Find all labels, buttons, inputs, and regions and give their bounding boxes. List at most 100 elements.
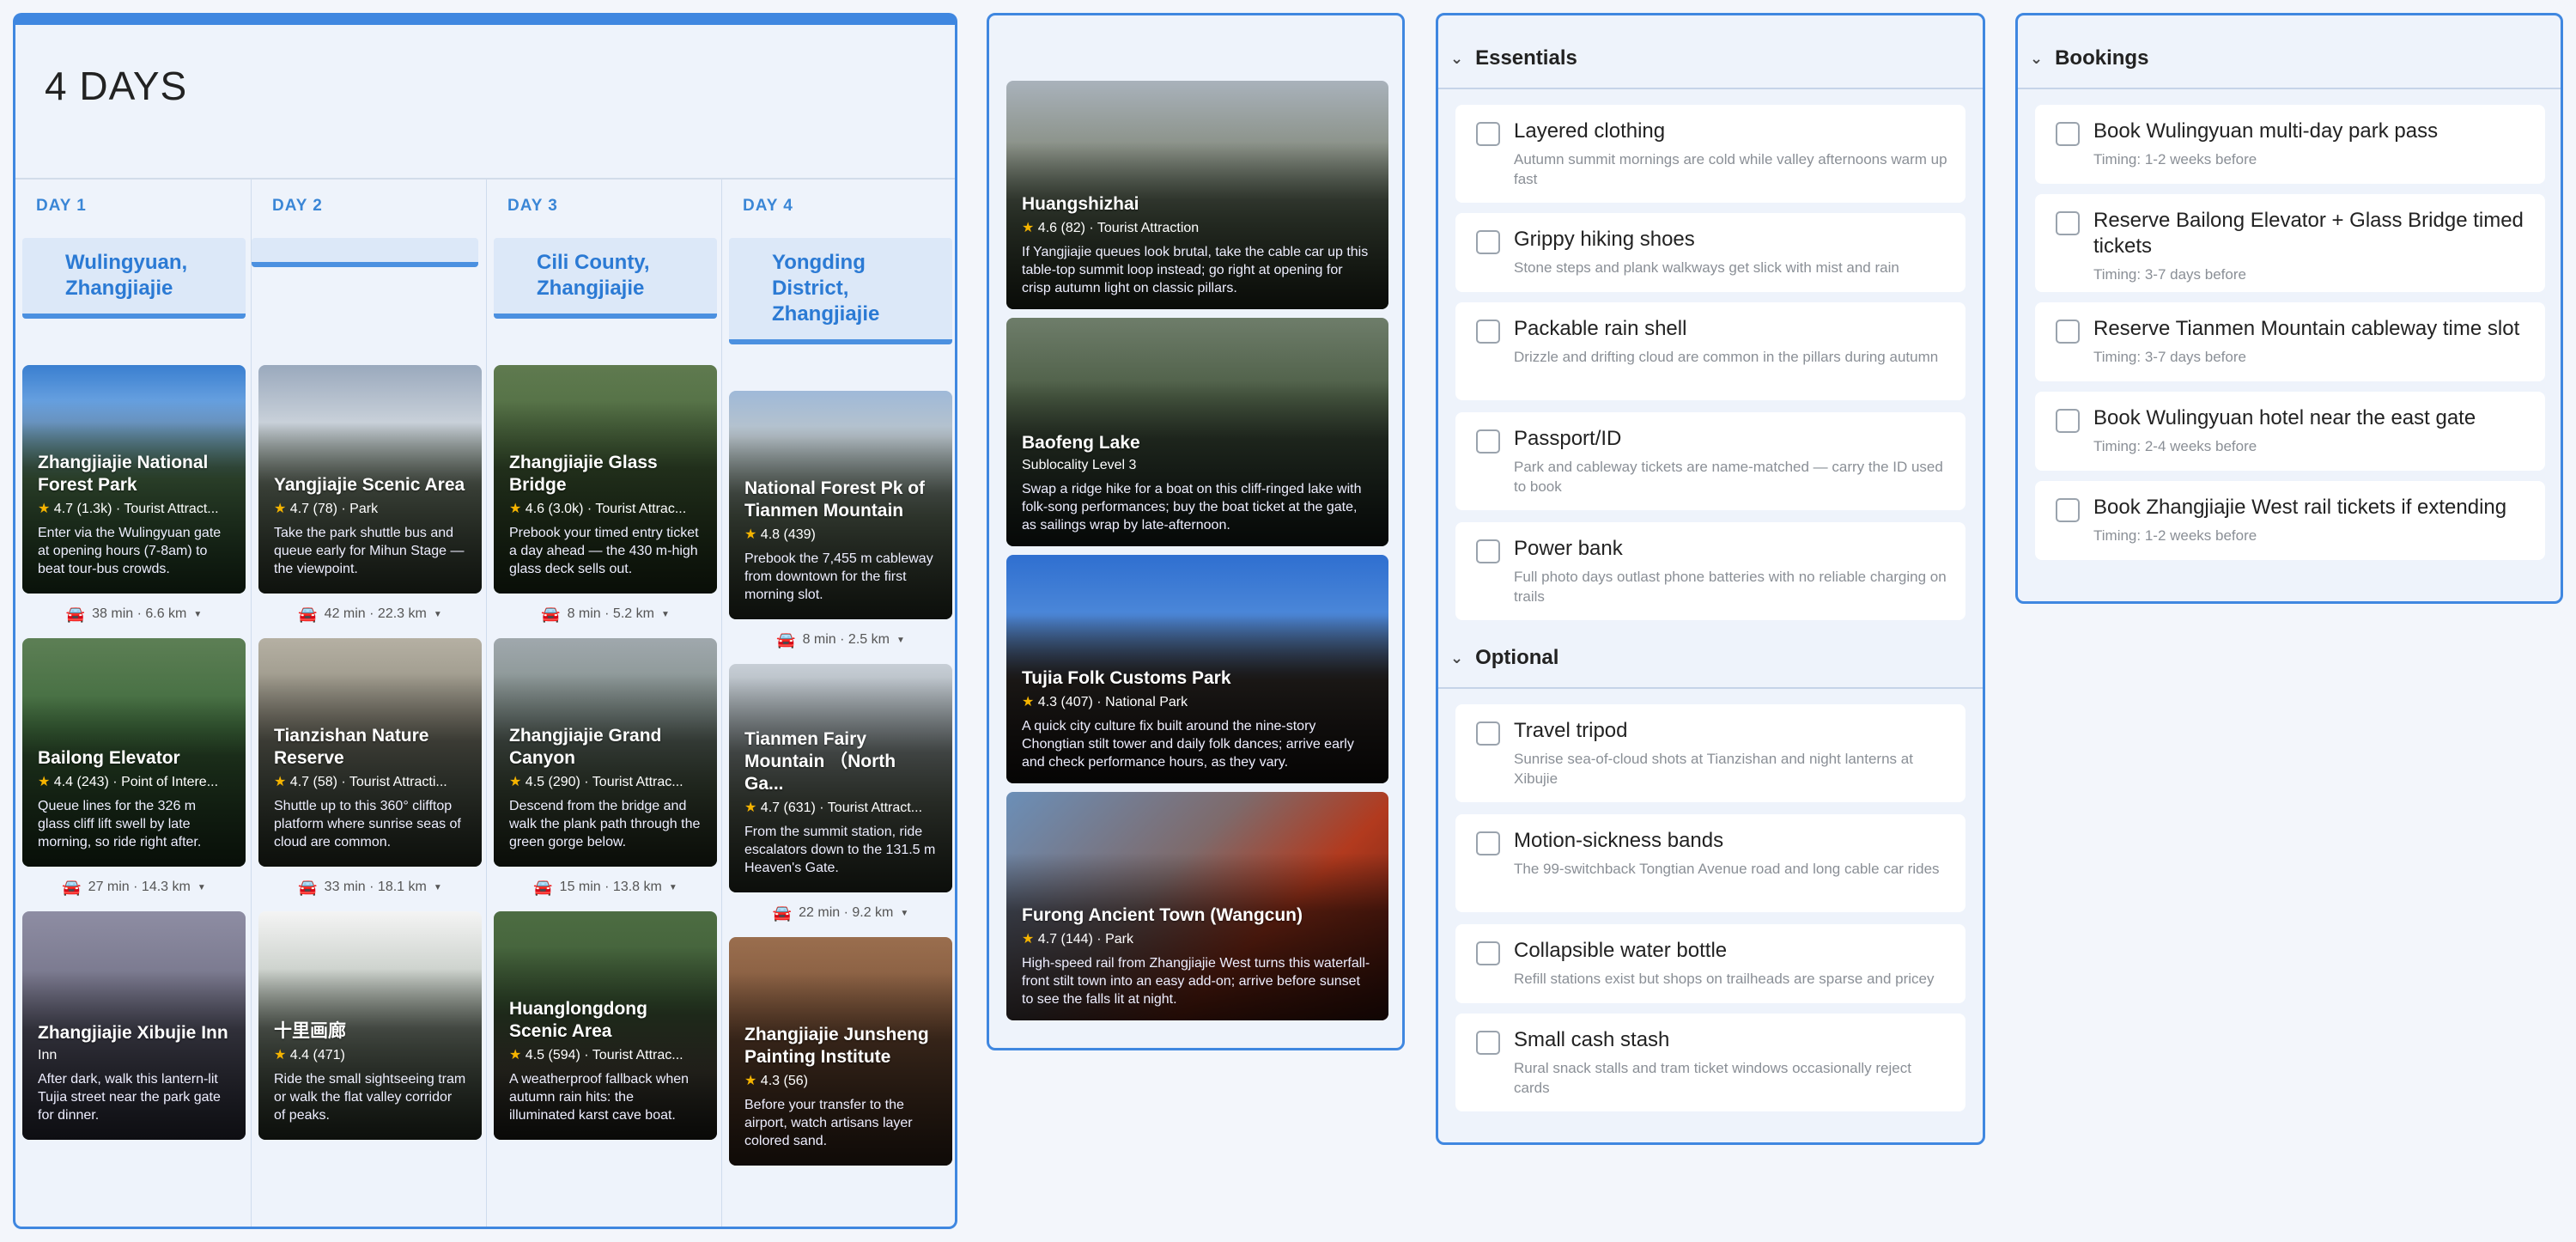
travel-segment[interactable]: 🚘 8 min · 2.5 km ▼ — [729, 624, 952, 655]
checkbox[interactable] — [2056, 409, 2080, 433]
checkbox[interactable] — [1476, 230, 1500, 254]
place-card[interactable]: Zhangjiajie National Forest Park ★ 4.7 (… — [22, 365, 246, 594]
checkbox[interactable] — [1476, 721, 1500, 746]
checklist-item[interactable]: Motion-sickness bands The 99-switchback … — [1455, 814, 1965, 912]
item-title: Passport/ID — [1514, 427, 1622, 450]
place-card[interactable]: Zhangjiajie Junsheng Painting Institute … — [729, 937, 952, 1166]
divider — [1438, 88, 1983, 89]
place-description: A weatherproof fallback when autumn rain… — [509, 1072, 690, 1123]
day-label: DAY 1 — [36, 197, 87, 215]
booking-item[interactable]: Book Wulingyuan multi-day park pass Timi… — [2035, 105, 2545, 184]
place-name: Tianzishan Nature Reserve — [274, 726, 429, 768]
place-card[interactable]: Yangjiajie Scenic Area ★ 4.7 (78) · Park… — [258, 365, 482, 594]
place-card[interactable]: Huanglongdong Scenic Area ★ 4.5 (594) · … — [494, 911, 717, 1140]
ideas-panel: Huangshizhai ★ 4.6 (82) · Tourist Attrac… — [987, 13, 1405, 1050]
car-icon: 🚘 — [298, 878, 318, 896]
car-icon: 🚘 — [776, 630, 796, 648]
checkbox[interactable] — [1476, 539, 1500, 563]
place-name: Zhangjiajie Junsheng Painting Institute — [744, 1025, 929, 1067]
place-meta: ★ 4.7 (1.3k) · Tourist Attract... — [38, 502, 219, 516]
checklist-item[interactable]: Power bank Full photo days outlast phone… — [1455, 522, 1965, 620]
booking-item[interactable]: Reserve Bailong Elevator + Glass Bridge … — [2035, 194, 2545, 292]
travel-segment[interactable]: 🚘 15 min · 13.8 km ▼ — [494, 872, 717, 903]
checkbox[interactable] — [2056, 498, 2080, 522]
place-card[interactable]: 十里画廊 ★ 4.4 (471) Ride the small sightsee… — [258, 911, 482, 1140]
car-icon: 🚘 — [298, 605, 318, 623]
optional-header[interactable]: ⌄ Optional — [1450, 646, 1558, 670]
checkbox[interactable] — [1476, 429, 1500, 454]
essentials-header[interactable]: ⌄ Essentials — [1450, 46, 1577, 70]
idea-card[interactable]: Furong Ancient Town (Wangcun) ★ 4.7 (144… — [1006, 792, 1388, 1020]
place-card[interactable]: Tianmen Fairy Mountain （North Ga... ★ 4.… — [729, 664, 952, 892]
checklist-item[interactable]: Grippy hiking shoes Stone steps and plan… — [1455, 213, 1965, 292]
checklist-item[interactable]: Small cash stash Rural snack stalls and … — [1455, 1014, 1965, 1111]
booking-item[interactable]: Book Zhangjiajie West rail tickets if ex… — [2035, 481, 2545, 560]
travel-segment[interactable]: 🚘 38 min · 6.6 km ▼ — [22, 599, 246, 630]
idea-card[interactable]: Baofeng Lake Sublocality Level 3 Swap a … — [1006, 318, 1388, 546]
location-chip[interactable]: Cili County, Zhangjiajie — [494, 238, 717, 319]
place-description: From the summit station, ride escalators… — [744, 825, 936, 875]
place-card[interactable]: Bailong Elevator ★ 4.4 (243) · Point of … — [22, 638, 246, 867]
bookings-header[interactable]: ⌄ Bookings — [2030, 46, 2148, 70]
checklist-item[interactable]: Layered clothing Autumn summit mornings … — [1455, 105, 1965, 203]
item-subtitle: Rural snack stalls and tram ticket windo… — [1514, 1060, 1911, 1096]
itinerary-panel: 4 DAYS DAY 1 Wulingyuan, Zhangjiajie Zha… — [13, 13, 957, 1229]
item-subtitle: Timing: 1-2 weeks before — [2093, 527, 2257, 544]
caret-down-icon: ▼ — [433, 882, 442, 892]
item-subtitle: Stone steps and plank walkways get slick… — [1514, 259, 1899, 276]
place-name: Zhangjiajie Xibujie Inn — [38, 1023, 228, 1043]
checkbox[interactable] — [1476, 941, 1500, 965]
checkbox[interactable] — [2056, 211, 2080, 235]
place-card[interactable]: Zhangjiajie Grand Canyon ★ 4.5 (290) · T… — [494, 638, 717, 867]
travel-segment[interactable]: 🚘 22 min · 9.2 km ▼ — [729, 898, 952, 928]
place-card[interactable]: Tianzishan Nature Reserve ★ 4.7 (58) · T… — [258, 638, 482, 867]
item-title: Small cash stash — [1514, 1028, 1670, 1051]
star-icon: ★ — [744, 1074, 757, 1088]
item-title: Layered clothing — [1514, 119, 1666, 143]
star-icon: ★ — [274, 1048, 287, 1062]
star-icon: ★ — [509, 1048, 522, 1062]
day-label: DAY 3 — [507, 197, 558, 215]
item-subtitle: Sunrise sea-of-cloud shots at Tianzishan… — [1514, 751, 1913, 787]
travel-segment[interactable]: 🚘 33 min · 18.1 km ▼ — [258, 872, 482, 903]
location-chip-continued[interactable] — [252, 238, 478, 267]
location-chip[interactable]: Wulingyuan, Zhangjiajie — [22, 238, 246, 319]
checklist-item[interactable]: Passport/ID Park and cableway tickets ar… — [1455, 412, 1965, 510]
checkbox[interactable] — [1476, 122, 1500, 146]
checkbox[interactable] — [1476, 831, 1500, 855]
checkbox[interactable] — [2056, 122, 2080, 146]
star-icon: ★ — [274, 775, 287, 789]
place-card[interactable]: National Forest Pk of Tianmen Mountain ★… — [729, 391, 952, 619]
checklist-item[interactable]: Travel tripod Sunrise sea-of-cloud shots… — [1455, 704, 1965, 802]
checkbox[interactable] — [1476, 320, 1500, 344]
item-subtitle: Park and cableway tickets are name-match… — [1514, 459, 1943, 495]
place-card[interactable]: Zhangjiajie Xibujie Inn Inn After dark, … — [22, 911, 246, 1140]
item-title: Travel tripod — [1514, 719, 1628, 742]
idea-card[interactable]: Tujia Folk Customs Park ★ 4.3 (407) · Na… — [1006, 555, 1388, 783]
place-name: Baofeng Lake — [1022, 433, 1140, 453]
car-icon: 🚘 — [541, 605, 561, 623]
location-chip[interactable]: Yongding District, Zhangjiajie — [729, 238, 952, 344]
booking-item[interactable]: Book Wulingyuan hotel near the east gate… — [2035, 392, 2545, 471]
booking-item[interactable]: Reserve Tianmen Mountain cableway time s… — [2035, 302, 2545, 381]
checkbox[interactable] — [1476, 1031, 1500, 1055]
star-icon: ★ — [38, 775, 51, 789]
travel-segment[interactable]: 🚘 42 min · 22.3 km ▼ — [258, 599, 482, 630]
chevron-down-icon: ⌄ — [1450, 648, 1464, 667]
trip-length-title: 4 DAYS — [45, 64, 188, 108]
place-card[interactable]: Zhangjiajie Glass Bridge ★ 4.6 (3.0k) · … — [494, 365, 717, 594]
checklist-item[interactable]: Packable rain shell Drizzle and drifting… — [1455, 302, 1965, 400]
place-description: If Yangjiajie queues look brutal, take t… — [1022, 245, 1369, 295]
chevron-down-icon: ⌄ — [1450, 49, 1464, 67]
checklist-item[interactable]: Collapsible water bottle Refill stations… — [1455, 924, 1965, 1003]
item-subtitle: Timing: 3-7 days before — [2093, 349, 2246, 365]
caret-down-icon: ▼ — [900, 908, 909, 918]
idea-card[interactable]: Huangshizhai ★ 4.6 (82) · Tourist Attrac… — [1006, 81, 1388, 309]
star-icon: ★ — [1022, 221, 1035, 235]
travel-segment[interactable]: 🚘 27 min · 14.3 km ▼ — [22, 872, 246, 903]
place-name: Zhangjiajie Grand Canyon — [509, 726, 662, 768]
travel-segment[interactable]: 🚘 8 min · 5.2 km ▼ — [494, 599, 717, 630]
checkbox[interactable] — [2056, 320, 2080, 344]
car-icon: 🚘 — [772, 904, 793, 922]
place-name: Tujia Folk Customs Park — [1022, 668, 1231, 688]
